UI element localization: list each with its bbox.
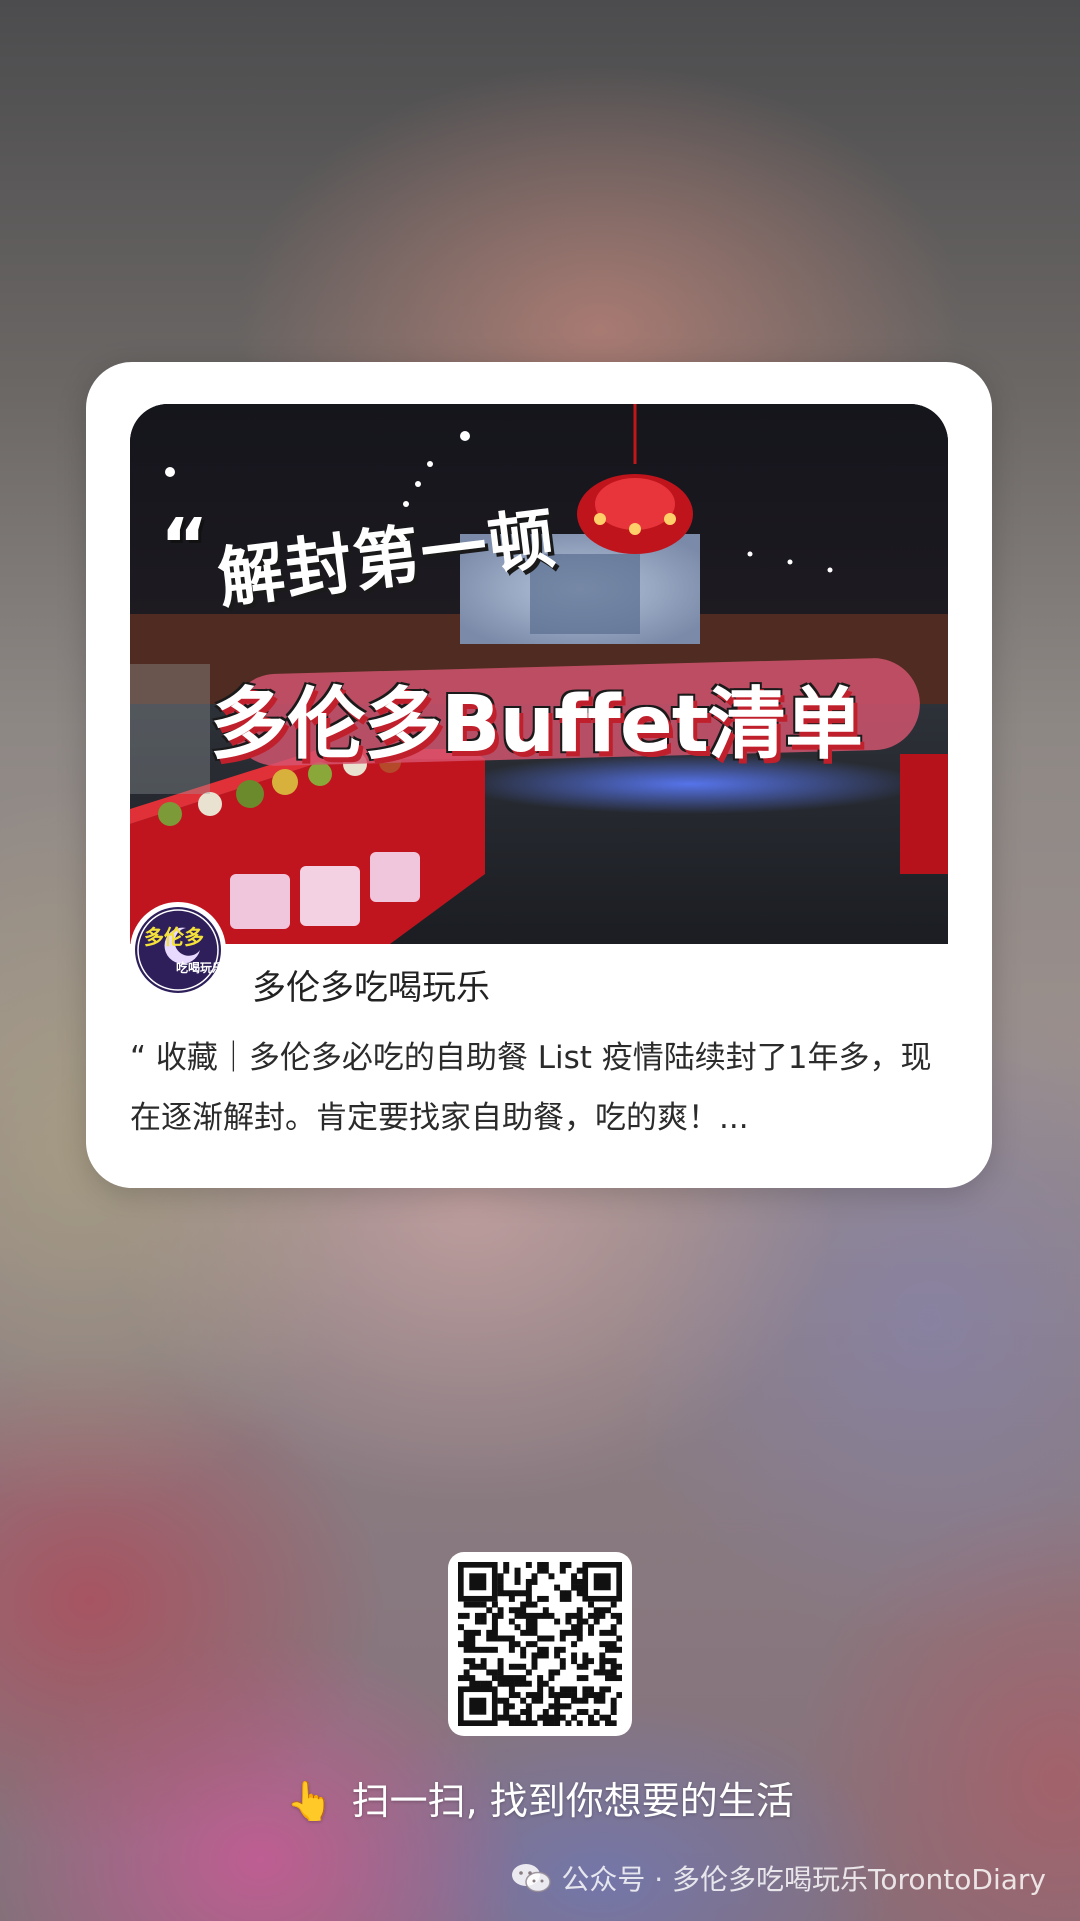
scan-prompt: 👆 扫一扫, 找到你想要的生活 — [0, 1770, 1080, 1825]
qr-code-icon — [458, 1562, 623, 1727]
wechat-icon — [511, 1862, 552, 1894]
cover-quote-mark: “ — [160, 503, 209, 589]
avatar-text-side: 吃喝玩乐 — [176, 960, 222, 975]
pointing-finger-icon: 👆 — [286, 1779, 334, 1823]
footer-source: 公众号 · 多伦多吃喝玩乐TorontoDiary — [511, 1858, 1046, 1898]
cover-headline-2: 多伦多Buffet清单 — [210, 680, 863, 770]
scan-prompt-text: 扫一扫, 找到你想要的生活 — [351, 1779, 794, 1823]
cover-image: “ 解封第一顿 多伦多Buffet清单 — [130, 404, 948, 944]
qr-code[interactable] — [448, 1552, 632, 1736]
article-excerpt[interactable]: “ 收藏｜多伦多必吃的自助餐 List 疫情陆续封了1年多，现在逐渐解封。肯定要… — [130, 1028, 956, 1148]
account-logo: 多伦多 吃喝玩乐 — [135, 907, 224, 993]
avatar-text-main: 多伦多 — [144, 925, 204, 949]
account-name[interactable]: 多伦多吃喝玩乐 — [252, 960, 490, 1009]
article-card[interactable]: “ 解封第一顿 多伦多Buffet清单 多伦多 吃喝玩乐 多伦多吃喝玩乐 “ 收… — [86, 362, 992, 1188]
account-avatar[interactable]: 多伦多 吃喝玩乐 — [130, 902, 226, 998]
footer-text: 公众号 · 多伦多吃喝玩乐TorontoDiary — [561, 1863, 1046, 1896]
